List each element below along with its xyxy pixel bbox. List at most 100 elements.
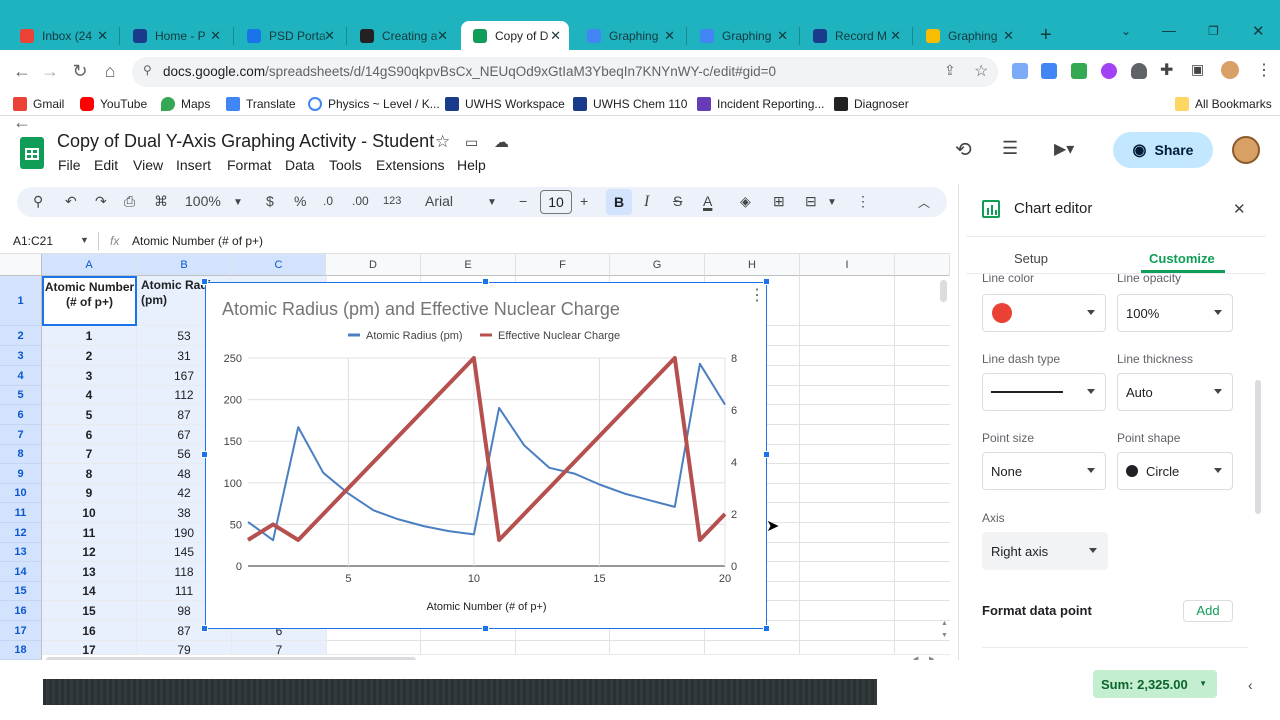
close-tab-icon[interactable]: ✕ <box>97 28 108 44</box>
resize-handle[interactable] <box>763 451 770 458</box>
more-options-icon[interactable]: ⋮ <box>856 193 870 210</box>
currency-format-button[interactable]: $ <box>266 193 274 209</box>
close-tab-icon[interactable]: ✕ <box>437 28 448 44</box>
increase-font-size-icon[interactable]: + <box>580 193 588 209</box>
row-header[interactable]: 3 <box>0 346 42 366</box>
browser-tab[interactable]: Graphing ✕ <box>575 21 683 50</box>
font-select[interactable]: Arial <box>425 193 453 209</box>
row-header[interactable]: 5 <box>0 386 42 405</box>
embedded-chart[interactable]: Atomic Radius (pm) and Effective Nuclear… <box>205 282 767 629</box>
document-title[interactable]: Copy of Dual Y-Axis Graphing Activity - … <box>57 131 434 152</box>
site-info-icon[interactable]: ⚲ <box>143 63 152 77</box>
bookmark-star-icon[interactable]: ☆ <box>974 61 988 81</box>
browser-tab[interactable]: Graphing ✕ <box>688 21 796 50</box>
close-tab-icon[interactable]: ✕ <box>664 28 675 44</box>
borders-icon[interactable]: ⊞ <box>773 193 785 210</box>
star-icon[interactable]: ☆ <box>435 132 450 152</box>
fill-color-icon[interactable]: ◈ <box>740 193 751 210</box>
share-button[interactable]: ◉ Share <box>1113 132 1213 168</box>
profile-avatar-icon[interactable] <box>1221 61 1239 79</box>
row-header[interactable]: 12 <box>0 523 42 543</box>
resize-handle[interactable] <box>201 451 208 458</box>
scroll-up-icon[interactable]: ▲ <box>941 620 948 627</box>
cell-a[interactable]: 5 <box>42 405 137 425</box>
home-icon[interactable]: ⌂ <box>99 61 121 81</box>
scroll-down-icon[interactable]: ▼ <box>941 632 948 639</box>
row-header[interactable]: 15 <box>0 582 42 601</box>
column-header-g[interactable]: G <box>610 254 705 276</box>
bookmark-youtube[interactable]: YouTube <box>80 97 147 111</box>
column-header-c[interactable]: C <box>232 254 326 276</box>
cell-a[interactable]: 8 <box>42 464 137 484</box>
browser-tab[interactable]: PSD Porta ✕ <box>235 21 343 50</box>
add-data-point-button[interactable]: Add <box>1183 600 1233 622</box>
column-header-b[interactable]: B <box>137 254 232 276</box>
line-opacity-dropdown[interactable]: 100% <box>1117 294 1233 332</box>
dash-type-dropdown[interactable] <box>982 373 1106 411</box>
font-size-input[interactable]: 10 <box>540 190 572 214</box>
column-header-h[interactable]: H <box>705 254 800 276</box>
shield-extension-icon[interactable] <box>1131 63 1147 79</box>
row-header[interactable]: 16 <box>0 601 42 621</box>
vertical-scrollbar-thumb[interactable] <box>940 280 947 302</box>
sum-indicator[interactable]: Sum: 2,325.00 ▼ <box>1093 670 1217 698</box>
axis-dropdown[interactable]: Right axis <box>982 532 1108 570</box>
row-header[interactable]: 10 <box>0 484 42 503</box>
menu-edit[interactable]: Edit <box>94 157 118 173</box>
column-header-d[interactable]: D <box>326 254 421 276</box>
line-color-dropdown[interactable] <box>982 294 1106 332</box>
tab-customize[interactable]: Customize <box>1149 251 1215 266</box>
column-header-e[interactable]: E <box>421 254 516 276</box>
row-header[interactable]: 11 <box>0 503 42 523</box>
resize-handle[interactable] <box>201 278 208 285</box>
header-cell-a[interactable]: Atomic Number (# of p+) <box>42 276 137 326</box>
translate-extension-icon[interactable] <box>1041 63 1057 79</box>
browser-menu-icon[interactable]: ⋮ <box>1256 60 1272 80</box>
paint-format-icon[interactable]: ⌘ <box>154 193 168 210</box>
browser-tab[interactable]: Record M ✕ <box>801 21 909 50</box>
cell-a[interactable]: 10 <box>42 503 137 523</box>
restore-icon[interactable]: ❐ <box>1208 24 1219 38</box>
side-panel-toggle-icon[interactable]: ‹ <box>1248 677 1253 693</box>
point-size-dropdown[interactable]: None <box>982 452 1106 490</box>
menu-data[interactable]: Data <box>285 157 315 173</box>
minimize-icon[interactable]: — <box>1162 22 1176 38</box>
cell-a[interactable]: 15 <box>42 601 137 621</box>
close-tab-icon[interactable]: ✕ <box>210 28 221 44</box>
cell-a[interactable]: 13 <box>42 562 137 582</box>
menu-tools[interactable]: Tools <box>329 157 362 173</box>
percent-format-button[interactable]: % <box>294 193 306 209</box>
close-tab-icon[interactable]: ✕ <box>1003 28 1014 44</box>
row-header[interactable]: 14 <box>0 562 42 582</box>
resize-handle[interactable] <box>482 278 489 285</box>
decrease-font-size-icon[interactable]: − <box>519 193 527 209</box>
extension-1-icon[interactable] <box>1012 63 1028 79</box>
cell-a[interactable]: 11 <box>42 523 137 543</box>
menu-format[interactable]: Format <box>227 157 271 173</box>
row-header[interactable]: 13 <box>0 543 42 562</box>
menu-view[interactable]: View <box>133 157 163 173</box>
move-folder-icon[interactable]: ▭ <box>465 134 478 151</box>
bookmark-translate[interactable]: Translate <box>226 97 296 111</box>
name-box[interactable]: A1:C21 <box>13 234 53 248</box>
cell-a[interactable]: 2 <box>42 346 137 366</box>
forward-icon[interactable]: → <box>39 61 61 81</box>
cell-a[interactable]: 3 <box>42 366 137 386</box>
sheets-logo-icon[interactable] <box>20 137 44 169</box>
chevron-down-icon[interactable]: ▼ <box>827 197 837 208</box>
collapse-menus-icon[interactable]: ︿ <box>918 194 930 211</box>
row-header[interactable]: 6 <box>0 405 42 425</box>
menu-extensions[interactable]: Extensions <box>376 157 444 173</box>
column-header-a[interactable]: A <box>42 254 137 276</box>
italic-button[interactable]: I <box>644 193 649 211</box>
browser-tab[interactable]: Copy of D ✕ <box>461 21 569 50</box>
cell-a[interactable]: 4 <box>42 386 137 405</box>
number-format-button[interactable]: 123 <box>383 195 401 207</box>
close-tab-icon[interactable]: ✕ <box>324 28 335 44</box>
row-header[interactable]: 8 <box>0 445 42 464</box>
bookmark-maps[interactable]: Maps <box>161 97 210 111</box>
cloud-saved-icon[interactable]: ☁ <box>494 133 509 151</box>
browser-tab[interactable]: Inbox (24 ✕ <box>8 21 116 50</box>
row-header[interactable]: 18 <box>0 641 42 660</box>
resize-handle[interactable] <box>201 625 208 632</box>
